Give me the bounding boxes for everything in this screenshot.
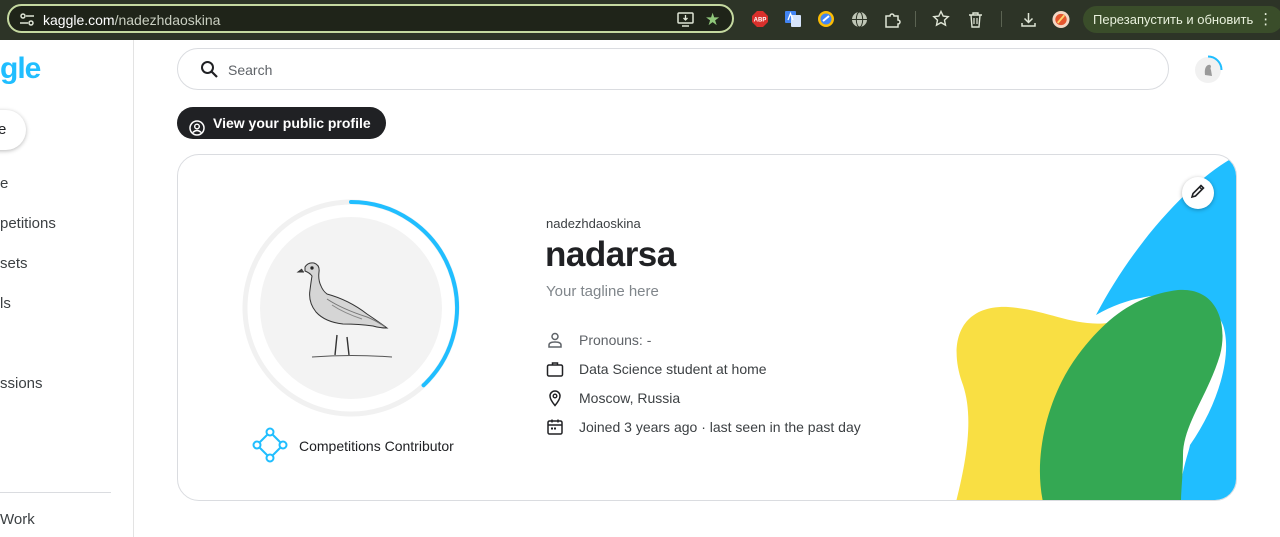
download-icon[interactable] <box>1019 10 1037 28</box>
display-name: nadarsa <box>545 235 676 274</box>
browser-toolbar: kaggle.com/nadezhdaoskina ★ ABP Перезапу… <box>0 0 1280 40</box>
profile-avatar[interactable] <box>242 199 460 417</box>
url-text[interactable]: kaggle.com/nadezhdaoskina <box>43 12 220 28</box>
calendar-icon <box>546 418 564 436</box>
sidebar-item-your-work[interactable]: Work <box>0 511 35 528</box>
tier-label: Competitions Contributor <box>299 438 454 454</box>
search-input[interactable]: Search <box>228 62 272 78</box>
pencil-icon <box>1190 183 1206 204</box>
sidebar-item-home[interactable]: e <box>0 175 8 192</box>
adblock-plus-icon[interactable]: ABP <box>751 10 769 28</box>
toolbar-divider <box>915 11 916 27</box>
reading-list-star-icon[interactable] <box>932 10 950 28</box>
view-public-profile-button[interactable]: View your public profile <box>177 107 386 139</box>
trash-icon[interactable] <box>966 10 984 28</box>
bookmark-star-icon[interactable]: ★ <box>705 10 720 30</box>
person-icon <box>546 331 564 349</box>
user-avatar[interactable] <box>1193 55 1223 85</box>
install-app-icon[interactable] <box>677 12 694 32</box>
more-vert-icon[interactable]: ⋮ <box>1258 6 1273 33</box>
tagline: Your tagline here <box>546 283 659 300</box>
sidebar-divider <box>0 492 111 493</box>
account-circle-icon <box>189 115 205 147</box>
profile-card: Competitions Contributor nadezhdaoskina … <box>177 154 1237 501</box>
tune-icon[interactable] <box>19 12 35 33</box>
location-pin-icon <box>546 389 564 407</box>
speed-icon[interactable] <box>817 10 835 28</box>
kaggle-logo[interactable]: gle <box>0 52 41 86</box>
sidebar-item-models[interactable]: ls <box>0 295 11 312</box>
sidebar-item-discussions[interactable]: ssions <box>0 375 43 392</box>
create-button[interactable]: e <box>0 110 26 150</box>
sidebar: gle e e petitions sets ls ssions Work <box>0 40 134 537</box>
search-icon <box>200 60 219 84</box>
profile-avatar-icon[interactable] <box>1052 10 1070 28</box>
edit-profile-button[interactable] <box>1182 177 1214 209</box>
sidebar-item-competitions[interactable]: petitions <box>0 215 56 232</box>
restart-update-button[interactable]: Перезапустить и обновить ⋮ <box>1083 6 1280 33</box>
address-bar[interactable]: kaggle.com/nadezhdaoskina ★ <box>7 4 734 33</box>
extensions-puzzle-icon[interactable] <box>883 10 901 28</box>
toolbar-divider <box>1001 11 1002 27</box>
search-bar[interactable]: Search <box>177 48 1169 90</box>
google-translate-icon[interactable] <box>784 10 802 28</box>
globe-icon[interactable] <box>850 10 868 28</box>
username: nadezhdaoskina <box>546 216 641 231</box>
sidebar-item-datasets[interactable]: sets <box>0 255 28 272</box>
svg-text:ABP: ABP <box>754 18 767 24</box>
competitions-tier-icon <box>252 427 288 468</box>
briefcase-icon <box>546 360 564 378</box>
